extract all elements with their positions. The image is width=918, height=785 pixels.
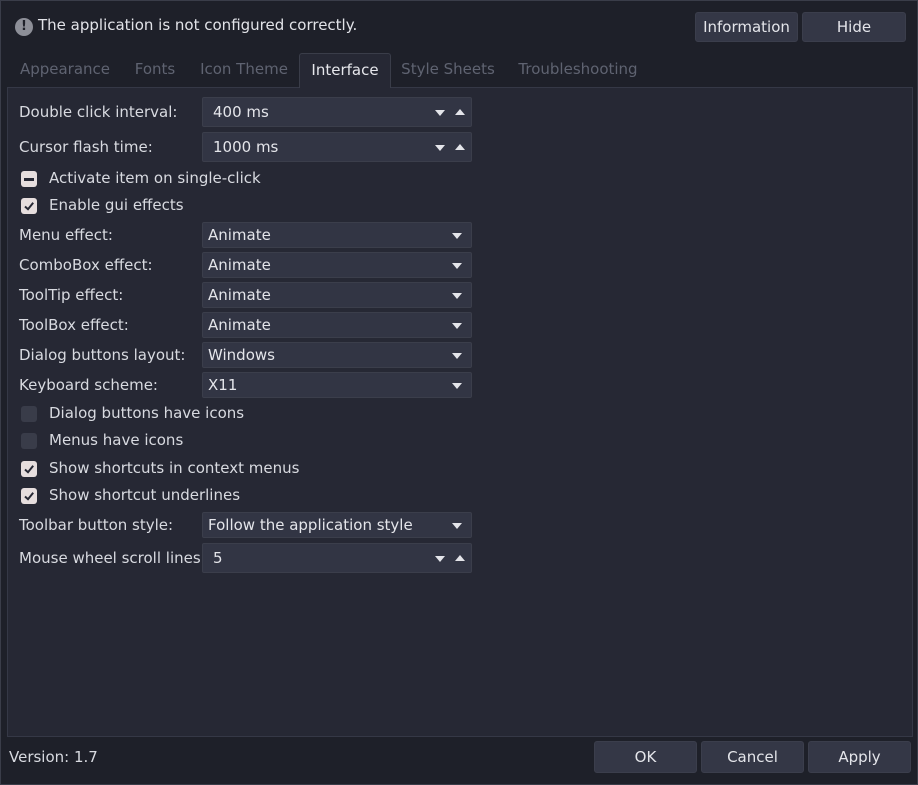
toolbar-style-combo[interactable]: Follow the application style bbox=[202, 512, 472, 538]
menu-effect-label: Menu effect: bbox=[19, 226, 113, 244]
enable-gui-effects-checkbox[interactable] bbox=[21, 198, 37, 214]
tooltip-effect-label: ToolTip effect: bbox=[19, 286, 124, 304]
wheel-lines-label: Mouse wheel scroll lines: bbox=[19, 549, 206, 567]
combobox-effect-value: Animate bbox=[208, 256, 271, 274]
double-click-spinbox[interactable]: 400 ms bbox=[202, 97, 472, 127]
tab-interface[interactable]: Interface bbox=[299, 53, 391, 88]
double-click-value: 400 ms bbox=[213, 103, 269, 121]
show-shortcuts-context-checkbox[interactable] bbox=[21, 461, 37, 477]
check-icon bbox=[24, 465, 34, 474]
spin-up-icon[interactable] bbox=[455, 144, 465, 150]
chevron-down-icon bbox=[452, 233, 462, 239]
check-icon bbox=[24, 492, 34, 501]
tab-icon-theme[interactable]: Icon Theme bbox=[193, 53, 295, 87]
show-shortcut-underlines-label[interactable]: Show shortcut underlines bbox=[49, 486, 240, 504]
spin-down-icon[interactable] bbox=[435, 110, 445, 116]
keyboard-scheme-value: X11 bbox=[208, 376, 238, 394]
menus-icons-label[interactable]: Menus have icons bbox=[49, 431, 183, 449]
dialog-buttons-icons-checkbox[interactable] bbox=[21, 406, 37, 422]
message-text: The application is not configured correc… bbox=[38, 16, 358, 34]
chevron-down-icon bbox=[452, 263, 462, 269]
toolbox-effect-value: Animate bbox=[208, 316, 271, 334]
message-bar: ! The application is not configured corr… bbox=[1, 1, 917, 51]
show-shortcuts-context-label[interactable]: Show shortcuts in context menus bbox=[49, 459, 299, 477]
spin-up-icon[interactable] bbox=[455, 109, 465, 115]
chevron-down-icon bbox=[452, 323, 462, 329]
show-shortcut-underlines-checkbox[interactable] bbox=[21, 488, 37, 504]
chevron-down-icon bbox=[452, 353, 462, 359]
chevron-down-icon bbox=[452, 293, 462, 299]
activate-single-click-checkbox[interactable] bbox=[21, 171, 37, 187]
ok-button[interactable]: OK bbox=[594, 741, 697, 773]
tooltip-effect-value: Animate bbox=[208, 286, 271, 304]
hide-button[interactable]: Hide bbox=[802, 12, 906, 42]
double-click-label: Double click interval: bbox=[19, 103, 178, 121]
tooltip-effect-combo[interactable]: Animate bbox=[202, 282, 472, 308]
wheel-lines-value: 5 bbox=[213, 549, 223, 567]
warning-icon: ! bbox=[15, 18, 33, 36]
tab-appearance[interactable]: Appearance bbox=[13, 53, 117, 87]
chevron-down-icon bbox=[452, 383, 462, 389]
partial-check-icon bbox=[24, 178, 34, 181]
cursor-flash-label: Cursor flash time: bbox=[19, 138, 153, 156]
spin-up-icon[interactable] bbox=[455, 555, 465, 561]
tab-style-sheets[interactable]: Style Sheets bbox=[395, 53, 501, 87]
cursor-flash-spinbox[interactable]: 1000 ms bbox=[202, 132, 472, 162]
activate-single-click-label[interactable]: Activate item on single-click bbox=[49, 169, 261, 187]
cursor-flash-value: 1000 ms bbox=[213, 138, 279, 156]
check-icon bbox=[24, 202, 34, 211]
toolbar-style-value: Follow the application style bbox=[208, 516, 413, 534]
version-label: Version: 1.7 bbox=[9, 748, 98, 766]
combobox-effect-label: ComboBox effect: bbox=[19, 256, 153, 274]
chevron-down-icon bbox=[452, 523, 462, 529]
dialog-layout-value: Windows bbox=[208, 346, 275, 364]
toolbox-effect-label: ToolBox effect: bbox=[19, 316, 129, 334]
wheel-lines-spinbox[interactable]: 5 bbox=[202, 543, 472, 573]
spin-down-icon[interactable] bbox=[435, 145, 445, 151]
tab-troubleshooting[interactable]: Troubleshooting bbox=[507, 53, 649, 87]
dialog-layout-label: Dialog buttons layout: bbox=[19, 346, 186, 364]
dialog-layout-combo[interactable]: Windows bbox=[202, 342, 472, 368]
combobox-effect-combo[interactable]: Animate bbox=[202, 252, 472, 278]
keyboard-scheme-label: Keyboard scheme: bbox=[19, 376, 158, 394]
enable-gui-effects-label[interactable]: Enable gui effects bbox=[49, 196, 184, 214]
menu-effect-value: Animate bbox=[208, 226, 271, 244]
information-button[interactable]: Information bbox=[695, 12, 798, 42]
cancel-button[interactable]: Cancel bbox=[701, 741, 804, 773]
apply-button[interactable]: Apply bbox=[808, 741, 911, 773]
tab-fonts[interactable]: Fonts bbox=[123, 53, 187, 87]
menus-icons-checkbox[interactable] bbox=[21, 433, 37, 449]
qt-config-window: ! The application is not configured corr… bbox=[0, 0, 918, 785]
keyboard-scheme-combo[interactable]: X11 bbox=[202, 372, 472, 398]
spin-down-icon[interactable] bbox=[435, 556, 445, 562]
toolbar-style-label: Toolbar button style: bbox=[19, 516, 174, 534]
dialog-buttons-icons-label[interactable]: Dialog buttons have icons bbox=[49, 404, 244, 422]
menu-effect-combo[interactable]: Animate bbox=[202, 222, 472, 248]
toolbox-effect-combo[interactable]: Animate bbox=[202, 312, 472, 338]
